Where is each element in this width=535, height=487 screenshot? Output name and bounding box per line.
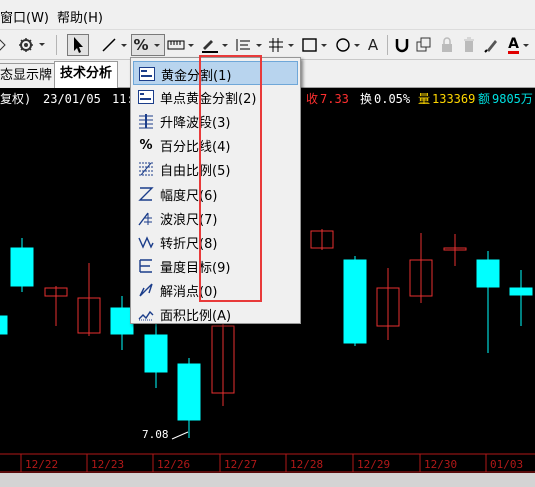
x-axis-label: 01/03: [490, 458, 523, 471]
amplitude-ruler-icon: [137, 185, 155, 203]
menu-item-label: 百分比线(4): [160, 140, 231, 155]
menu-item-label: 自由比例(5): [160, 164, 231, 179]
rectangle-tool-icon[interactable]: [300, 34, 330, 56]
rise-fall-band-icon: [137, 112, 155, 130]
menu-item-label: 单点黄金分割(2): [160, 92, 257, 107]
x-axis-label: 12/26: [157, 458, 190, 471]
brush-icon[interactable]: [482, 34, 502, 56]
menu-item-label: 波浪尺(7): [160, 213, 218, 228]
menu-item-label: 黄金分割(1): [161, 69, 232, 84]
partial-tool-icon[interactable]: [0, 34, 10, 56]
candle-body: [509, 287, 533, 296]
menu-item-2[interactable]: 单点黄金分割(2): [133, 85, 298, 109]
x-axis-label: 12/28: [290, 458, 323, 471]
cursor-arrow-icon[interactable]: [67, 34, 89, 56]
percent-line-icon: %: [139, 137, 153, 153]
menu-item-5[interactable]: 自由比例(5): [133, 157, 298, 181]
single-point-golden-icon: [137, 88, 155, 106]
percent-icon: %: [133, 36, 149, 54]
wave-ruler-icon: [137, 209, 155, 227]
low-price-label: 7.08: [142, 428, 169, 441]
free-ratio-icon: [137, 160, 155, 178]
menu-item-7[interactable]: 波浪尺(7): [133, 206, 298, 230]
menu-item-label: 幅度尺(6): [160, 189, 218, 204]
x-axis-label: 12/30: [424, 458, 457, 471]
menu-item-4[interactable]: % 百分比线(4): [133, 133, 298, 157]
menu-item-9[interactable]: 量度目标(9): [133, 254, 298, 278]
menu-item-1[interactable]: 黄金分割(1): [133, 61, 298, 85]
menu-item-10[interactable]: 解消点(0): [133, 278, 298, 302]
menu-item-3[interactable]: 升降波段(3): [133, 109, 298, 133]
percent-tool-dropdown-menu: 黄金分割(1) 单点黄金分割(2) 升降波段(3)% 百分比线(4) 自由比例(5) 幅度…: [130, 57, 301, 324]
text-tool-icon[interactable]: A: [364, 34, 382, 56]
copy-icon[interactable]: [414, 34, 434, 56]
measure-target-icon: [137, 257, 155, 275]
menu-item-8[interactable]: 转折尺(8): [133, 230, 298, 254]
percent-tool-button[interactable]: %: [131, 34, 165, 56]
delete-icon[interactable]: [460, 34, 478, 56]
x-axis-label: 12/27: [224, 458, 257, 471]
horizontal-scrollbar: [0, 473, 535, 487]
x-axis-label: 12/23: [91, 458, 124, 471]
turning-ruler-icon: [137, 233, 155, 251]
settings-gear-icon[interactable]: [16, 34, 46, 56]
menu-item-label: 升降波段(3): [160, 116, 231, 131]
magnet-icon[interactable]: [393, 34, 411, 56]
menu-item-label: 转折尺(8): [160, 237, 218, 252]
low-marker-line: [171, 431, 189, 440]
tab-status-board[interactable]: 态显示牌: [0, 63, 59, 88]
candle-body: [476, 259, 500, 288]
candle-body: [343, 259, 367, 344]
menu-window[interactable]: 窗口(W): [0, 7, 49, 26]
candle-body: [144, 334, 168, 373]
menu-item-label: 解消点(0): [160, 285, 218, 300]
cancel-point-icon: [137, 281, 155, 299]
candle-body: [177, 363, 201, 421]
ellipse-tool-icon[interactable]: [333, 34, 363, 56]
area-ratio-icon: [137, 305, 155, 323]
font-color-icon[interactable]: A: [505, 34, 535, 56]
toolbar-separator: [387, 35, 388, 55]
drawing-toolbar: % A A: [0, 30, 535, 60]
candle-body: [10, 247, 34, 287]
pen-underline-icon[interactable]: [200, 34, 230, 56]
line-tool-icon[interactable]: [100, 34, 128, 56]
align-tool-icon[interactable]: [234, 34, 264, 56]
menu-item-label: 量度目标(9): [160, 261, 231, 276]
golden-split-icon: [138, 65, 156, 83]
menu-bar: 窗口(W) 帮助(H): [0, 0, 535, 30]
ruler-tool-icon[interactable]: [166, 34, 196, 56]
x-axis-label: 12/29: [357, 458, 390, 471]
grid-tool-icon[interactable]: [267, 34, 297, 56]
menu-item-label: 面积比例(A): [160, 309, 232, 324]
x-axis-label: 12/22: [25, 458, 58, 471]
menu-help[interactable]: 帮助(H): [57, 7, 103, 26]
toolbar-separator: [56, 35, 57, 55]
lock-icon[interactable]: [438, 34, 456, 56]
candle-body: [0, 315, 8, 335]
menu-item-6[interactable]: 幅度尺(6): [133, 182, 298, 206]
tab-technical-analysis[interactable]: 技术分析: [54, 61, 119, 88]
menu-item-11[interactable]: 面积比例(A): [133, 302, 298, 326]
